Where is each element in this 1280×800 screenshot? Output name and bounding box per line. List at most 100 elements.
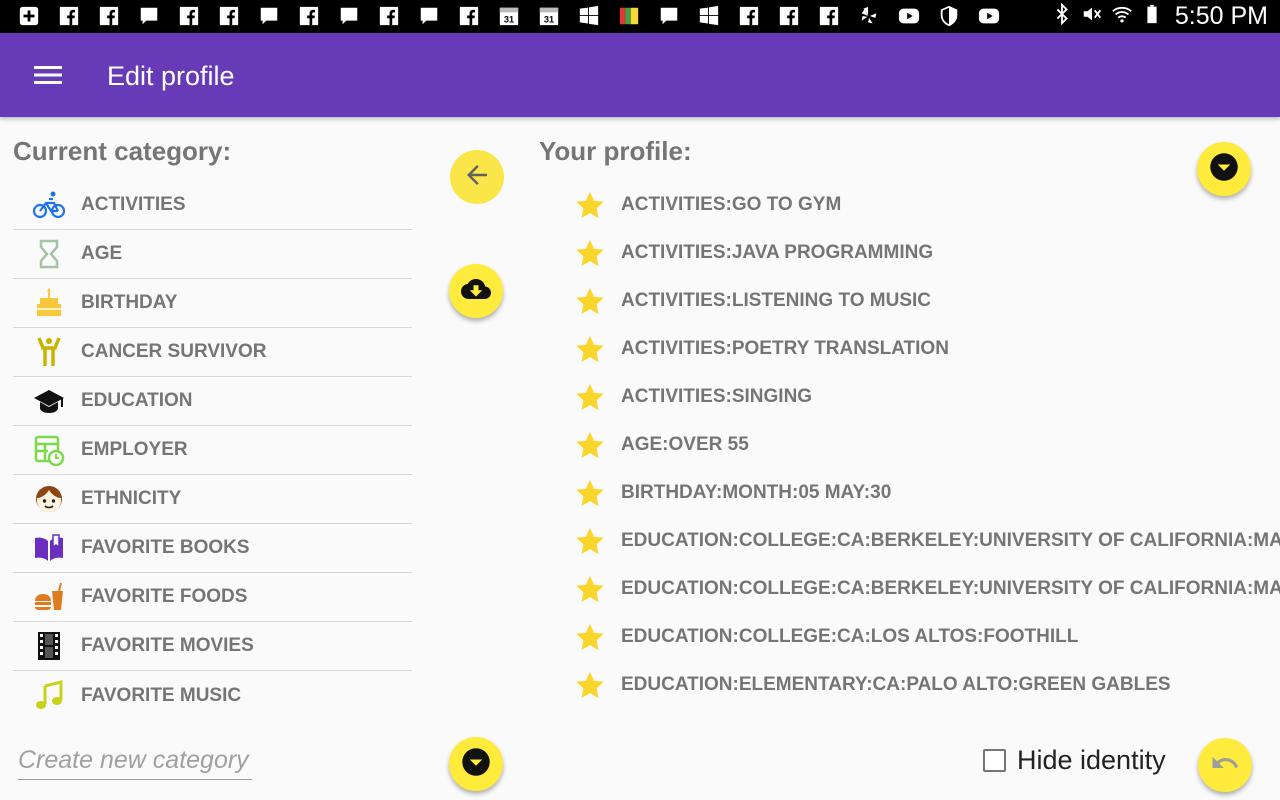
category-item-education[interactable]: EDUCATION: [13, 377, 412, 426]
wifi-icon: [1111, 3, 1133, 30]
message-icon: [138, 5, 160, 27]
message-icon: [338, 5, 360, 27]
book-icon: [31, 530, 67, 566]
category-item-ethnicity[interactable]: ETHNICITY: [13, 475, 412, 524]
facebook-icon: [778, 5, 800, 27]
message-icon: [418, 5, 440, 27]
category-label: FAVORITE FOODS: [81, 586, 248, 607]
music-note-icon: [31, 678, 67, 714]
category-label: AGE: [81, 243, 123, 264]
yelp-icon: [858, 5, 880, 27]
message-icon: [658, 5, 680, 27]
star-icon: [575, 478, 605, 508]
profile-item[interactable]: ACTIVITIES:JAVA PROGRAMMING: [575, 229, 1280, 277]
category-item-activities[interactable]: ACTIVITIES: [13, 181, 412, 230]
hourglass-icon: [31, 236, 67, 272]
notification-icons: 31 31: [18, 4, 1018, 28]
profile-item[interactable]: ACTIVITIES:POETRY TRANSLATION: [575, 325, 1280, 373]
avg-icon: [618, 5, 640, 27]
hide-identity-toggle[interactable]: Hide identity: [983, 744, 1166, 776]
profile-item-label: ACTIVITIES:LISTENING TO MUSIC: [621, 290, 931, 311]
facebook-icon: [378, 5, 400, 27]
profile-item[interactable]: EDUCATION:COLLEGE:CA:BERKELEY:UNIVERSITY…: [575, 517, 1280, 565]
category-label: FAVORITE MUSIC: [81, 684, 242, 706]
profile-item-label: ACTIVITIES:GO TO GYM: [621, 194, 842, 215]
profile-item-label: EDUCATION:COLLEGE:CA:BERKELEY:UNIVERSITY…: [621, 578, 1280, 599]
category-item-favorite-music[interactable]: FAVORITE MUSIC: [13, 671, 412, 720]
profile-item-label: ACTIVITIES:SINGING: [621, 386, 813, 407]
facebook-icon: [98, 5, 120, 27]
back-button[interactable]: [450, 150, 504, 204]
star-icon: [575, 238, 605, 268]
category-label: EDUCATION: [81, 390, 193, 411]
facebook-icon: [738, 5, 760, 27]
profile-item[interactable]: ACTIVITIES:GO TO GYM: [575, 181, 1280, 229]
cake-icon: [31, 285, 67, 321]
star-icon: [575, 190, 605, 220]
star-icon: [575, 670, 605, 700]
system-icons: 5:50 PM: [1051, 0, 1268, 33]
menu-button[interactable]: [28, 57, 68, 97]
battery-icon: [1141, 3, 1163, 30]
category-label: ACTIVITIES: [81, 194, 186, 215]
svg-text:31: 31: [504, 14, 514, 24]
profile-list: ACTIVITIES:GO TO GYM ACTIVITIES:JAVA PROG…: [575, 181, 1280, 709]
facebook-icon: [298, 5, 320, 27]
bluetooth-icon: [1051, 2, 1073, 30]
app-bar: Edit profile: [0, 33, 1280, 117]
profile-item[interactable]: ACTIVITIES:SINGING: [575, 373, 1280, 421]
category-label: FAVORITE BOOKS: [81, 537, 250, 558]
create-category-input[interactable]: [18, 742, 252, 780]
star-icon: [575, 526, 605, 556]
category-label: FAVORITE MOVIES: [81, 635, 254, 656]
expand-categories-button[interactable]: [449, 737, 503, 791]
cloud-download-icon: [461, 274, 491, 309]
category-item-cancer-survivor[interactable]: CANCER SURVIVOR: [13, 328, 412, 377]
calendar-icon: 31: [538, 5, 560, 27]
person-arms-up-icon: [31, 334, 67, 370]
category-item-favorite-movies[interactable]: FAVORITE MOVIES: [13, 622, 412, 671]
star-icon: [575, 622, 605, 652]
plus-box-icon: [18, 5, 40, 27]
profile-item-label: EDUCATION:ELEMENTARY:CA:PALO ALTO:GREEN …: [621, 674, 1171, 695]
facebook-icon: [58, 5, 80, 27]
shield-icon: [938, 5, 960, 27]
category-list: ACTIVITIES AGE BIRTHDAY CANCER SURVIVOR EDUC…: [13, 181, 412, 720]
facebook-icon: [458, 5, 480, 27]
undo-button[interactable]: [1198, 738, 1252, 792]
youtube-icon: [978, 5, 1000, 27]
profile-item[interactable]: EDUCATION:COLLEGE:CA:LOS ALTOS:FOOTHILL: [575, 613, 1280, 661]
status-bar: 31 31 5:50 PM: [0, 0, 1280, 33]
star-icon: [575, 574, 605, 604]
category-item-favorite-foods[interactable]: FAVORITE FOODS: [13, 573, 412, 622]
page-title: Edit profile: [107, 61, 235, 91]
profile-item[interactable]: BIRTHDAY:MONTH:05 MAY:30: [575, 469, 1280, 517]
chevron-down-circle-icon: [461, 747, 491, 782]
message-icon: [258, 5, 280, 27]
youtube-icon: [898, 5, 920, 27]
profile-item-label: BIRTHDAY:MONTH:05 MAY:30: [621, 482, 892, 503]
profile-item[interactable]: EDUCATION:ELEMENTARY:CA:PALO ALTO:GREEN …: [575, 661, 1280, 709]
category-item-favorite-books[interactable]: FAVORITE BOOKS: [13, 524, 412, 573]
cloud-download-button[interactable]: [449, 264, 503, 318]
star-icon: [575, 286, 605, 316]
profile-item-label: ACTIVITIES:POETRY TRANSLATION: [621, 338, 949, 359]
windows-icon: [578, 5, 600, 27]
hide-identity-checkbox[interactable]: [983, 748, 1006, 772]
profile-item-label: ACTIVITIES:JAVA PROGRAMMING: [621, 242, 934, 263]
category-label: CANCER SURVIVOR: [81, 341, 267, 362]
graduation-cap-icon: [31, 383, 67, 419]
profile-item-label: AGE:OVER 55: [621, 434, 749, 455]
category-item-birthday[interactable]: BIRTHDAY: [13, 279, 412, 328]
category-item-age[interactable]: AGE: [13, 230, 412, 279]
face-icon: [31, 481, 67, 517]
facebook-icon: [818, 5, 840, 27]
category-item-employer[interactable]: EMPLOYER: [13, 426, 412, 475]
category-label: BIRTHDAY: [81, 292, 178, 313]
windows-icon: [698, 5, 720, 27]
profile-item[interactable]: ACTIVITIES:LISTENING TO MUSIC: [575, 277, 1280, 325]
profile-item-label: EDUCATION:COLLEGE:CA:LOS ALTOS:FOOTHILL: [621, 626, 1079, 647]
profile-item[interactable]: EDUCATION:COLLEGE:CA:BERKELEY:UNIVERSITY…: [575, 565, 1280, 613]
profile-item[interactable]: AGE:OVER 55: [575, 421, 1280, 469]
facebook-icon: [178, 5, 200, 27]
